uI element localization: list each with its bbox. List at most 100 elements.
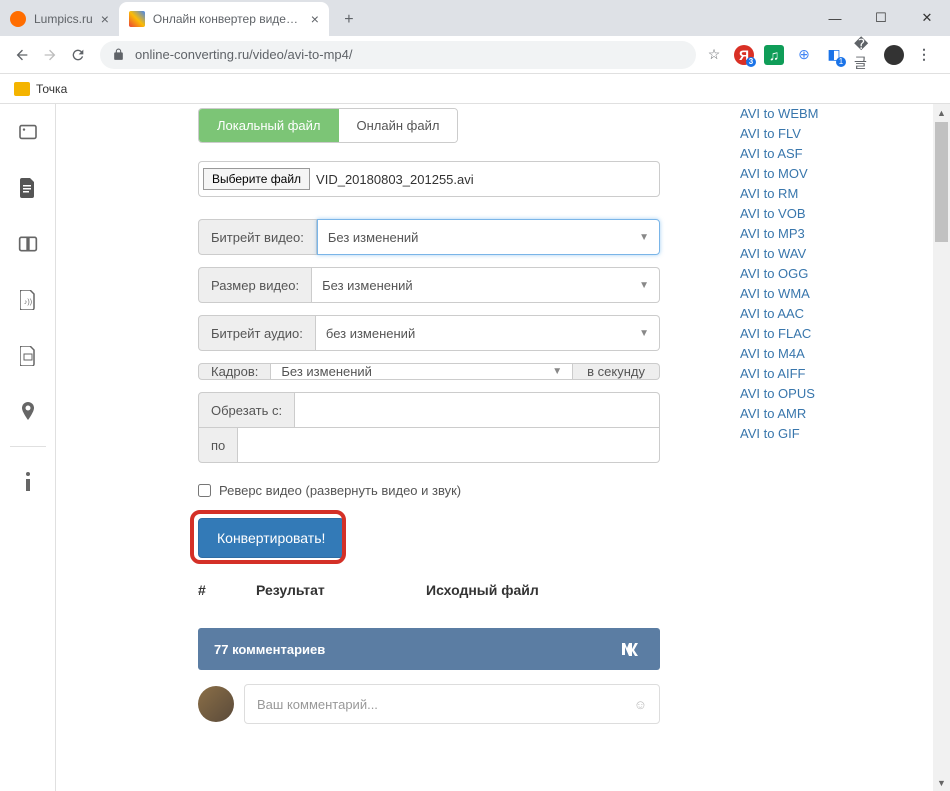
comment-textarea[interactable]: Ваш комментарий... ☺ [244, 684, 660, 724]
comments-header: 77 комментариев [198, 628, 660, 670]
reverse-checkbox[interactable] [198, 484, 211, 497]
sidebar-link[interactable]: AVI to FLAC [740, 324, 930, 344]
chevron-down-icon: ▼ [552, 366, 562, 377]
extension-reader-icon[interactable]: �글 [854, 45, 874, 65]
chevron-down-icon: ▼ [639, 232, 649, 243]
sidebar-link[interactable]: AVI to ASF [740, 144, 930, 164]
file-source-tabs: Локальный файл Онлайн файл [198, 108, 458, 143]
right-sidebar: AVI to WEBMAVI to FLVAVI to ASFAVI to MO… [720, 104, 950, 791]
sidebar-link[interactable]: AVI to WEBM [740, 104, 930, 124]
close-icon[interactable]: × [101, 11, 109, 27]
chevron-down-icon: ▼ [639, 328, 649, 339]
frames-row: Кадров: Без изменений ▼ в секунду [198, 363, 660, 380]
close-button[interactable]: ✕ [904, 0, 950, 36]
comment-placeholder: Ваш комментарий... [257, 697, 378, 712]
bitrate-video-label: Битрейт видео: [198, 219, 317, 255]
bitrate-video-row: Битрейт видео: Без изменений ▼ [198, 219, 660, 255]
book-icon[interactable] [8, 216, 48, 272]
frames-label: Кадров: [198, 363, 271, 380]
location-icon[interactable] [8, 384, 48, 440]
sidebar-link[interactable]: AVI to MP3 [740, 224, 930, 244]
reverse-row: Реверс видео (развернуть видео и звук) [198, 483, 720, 498]
sidebar-link[interactable]: AVI to M4A [740, 344, 930, 364]
menu-button[interactable]: ⋮ [914, 45, 934, 65]
tab-label: Lumpics.ru [34, 12, 93, 26]
extension-globe-icon[interactable]: ⊕ [794, 45, 814, 65]
select-value: Без изменений [328, 230, 419, 245]
left-sidebar: ♪)) [0, 104, 56, 791]
comment-input-row: Ваш комментарий... ☺ [198, 684, 660, 724]
addressbar: online-converting.ru/video/avi-to-mp4/ ☆… [0, 36, 950, 74]
titlebar: Lumpics.ru × Онлайн конвертер видео из A… [0, 0, 950, 36]
sidebar-link[interactable]: AVI to FLV [740, 124, 930, 144]
url-input[interactable]: online-converting.ru/video/avi-to-mp4/ [100, 41, 696, 69]
audio-icon[interactable]: ♪)) [8, 272, 48, 328]
scroll-thumb[interactable] [935, 122, 948, 242]
bitrate-audio-label: Битрейт аудио: [198, 315, 316, 351]
maximize-button[interactable]: ☐ [858, 0, 904, 36]
select-value: Без изменений [322, 278, 413, 293]
selected-filename: VID_20180803_201255.avi [316, 172, 474, 187]
svg-text:♪)): ♪)) [23, 299, 31, 306]
profile-avatar-icon[interactable] [884, 45, 904, 65]
bookmark-folder[interactable]: Точка [14, 82, 67, 96]
convert-button[interactable]: Конвертировать! [198, 518, 344, 558]
tab-lumpics[interactable]: Lumpics.ru × [0, 2, 119, 36]
sidebar-link[interactable]: AVI to AIFF [740, 364, 930, 384]
chevron-down-icon: ▼ [639, 280, 649, 291]
info-icon[interactable] [8, 453, 48, 509]
comments-count: 77 комментариев [214, 642, 325, 657]
reverse-label: Реверс видео (развернуть видео и звук) [219, 483, 461, 498]
trim-to-row: по [198, 427, 660, 463]
scroll-down-icon[interactable]: ▼ [933, 774, 950, 791]
new-tab-button[interactable]: + [335, 6, 363, 34]
divider [10, 446, 46, 447]
emoji-icon[interactable]: ☺ [634, 697, 647, 712]
scroll-up-icon[interactable]: ▲ [933, 104, 950, 121]
close-icon[interactable]: × [311, 11, 319, 27]
url-text: online-converting.ru/video/avi-to-mp4/ [135, 47, 353, 62]
user-avatar [198, 686, 234, 722]
size-video-select[interactable]: Без изменений ▼ [312, 267, 660, 303]
back-button[interactable] [8, 41, 36, 69]
bookmark-star-icon[interactable]: ☆ [704, 45, 724, 65]
trim-to-label: по [198, 427, 238, 463]
extension-cube-icon[interactable]: ◧ [824, 45, 844, 65]
folder-icon [14, 82, 30, 96]
choose-file-button[interactable]: Выберите файл [203, 168, 310, 190]
extension-music-icon[interactable]: ♫ [764, 45, 784, 65]
result-col-result: Результат [256, 582, 386, 598]
tab-converter[interactable]: Онлайн конвертер видео из AVI × [119, 2, 329, 36]
bitrate-video-select[interactable]: Без изменений ▼ [317, 219, 660, 255]
forward-button[interactable] [36, 41, 64, 69]
sidebar-link[interactable]: AVI to OPUS [740, 384, 930, 404]
sidebar-link[interactable]: AVI to RM [740, 184, 930, 204]
select-value: без изменений [326, 326, 415, 341]
bookmark-label: Точка [36, 82, 67, 96]
minimize-button[interactable]: — [812, 0, 858, 36]
sidebar-link[interactable]: AVI to AMR [740, 404, 930, 424]
extension-yandex-icon[interactable]: Я [734, 45, 754, 65]
sidebar-link[interactable]: AVI to WMA [740, 284, 930, 304]
sidebar-link[interactable]: AVI to AAC [740, 304, 930, 324]
bookmark-bar: Точка [0, 74, 950, 104]
bitrate-audio-row: Битрейт аудио: без изменений ▼ [198, 315, 660, 351]
sidebar-link[interactable]: AVI to WAV [740, 244, 930, 264]
video-icon[interactable] [8, 104, 48, 160]
frames-select[interactable]: Без изменений ▼ [271, 363, 573, 380]
sidebar-link[interactable]: AVI to MOV [740, 164, 930, 184]
tab-local-file[interactable]: Локальный файл [199, 109, 339, 142]
bitrate-audio-select[interactable]: без изменений ▼ [316, 315, 660, 351]
tab-online-file[interactable]: Онлайн файл [339, 109, 458, 142]
extension-icons: ☆ Я ♫ ⊕ ◧ �글 ⋮ [704, 45, 942, 65]
sidebar-link[interactable]: AVI to OGG [740, 264, 930, 284]
scrollbar[interactable]: ▲ ▼ [933, 104, 950, 791]
trim-from-label: Обрезать с: [198, 392, 295, 428]
document-icon[interactable] [8, 160, 48, 216]
reload-button[interactable] [64, 41, 92, 69]
trim-from-input[interactable] [295, 392, 660, 428]
trim-to-input[interactable] [238, 427, 660, 463]
image-icon[interactable] [8, 328, 48, 384]
sidebar-link[interactable]: AVI to GIF [740, 424, 930, 444]
sidebar-link[interactable]: AVI to VOB [740, 204, 930, 224]
